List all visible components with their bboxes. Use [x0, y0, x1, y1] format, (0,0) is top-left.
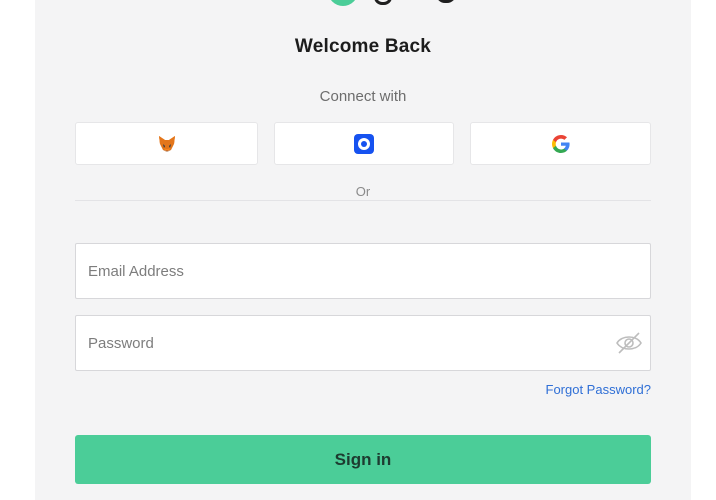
password-input[interactable]	[76, 316, 650, 370]
connect-with-label: Connect with	[319, 88, 407, 105]
coinbase-icon	[354, 133, 374, 154]
login-card: Welcome Back Connect with Or Email Addre…	[35, 0, 691, 500]
brand-logo-letter	[374, 0, 392, 5]
metamask-fox-icon	[158, 135, 175, 152]
google-login-button[interactable]	[470, 122, 651, 165]
brand-logo-letter	[436, 0, 456, 3]
divider-line	[75, 200, 651, 201]
email-field-container	[75, 243, 651, 299]
brand-logo-icon	[328, 0, 358, 6]
password-field-container	[75, 315, 651, 371]
coinbase-login-button[interactable]	[274, 122, 454, 165]
sign-in-button[interactable]: Sign in	[75, 435, 651, 484]
forgot-password-link[interactable]: Forgot Password?	[546, 382, 652, 397]
google-icon	[551, 134, 570, 153]
eye-off-icon[interactable]	[614, 330, 644, 356]
email-input[interactable]	[76, 244, 650, 298]
metamask-login-button[interactable]	[75, 122, 258, 165]
or-separator: Or	[355, 184, 371, 199]
page-title: Welcome Back	[294, 36, 432, 57]
